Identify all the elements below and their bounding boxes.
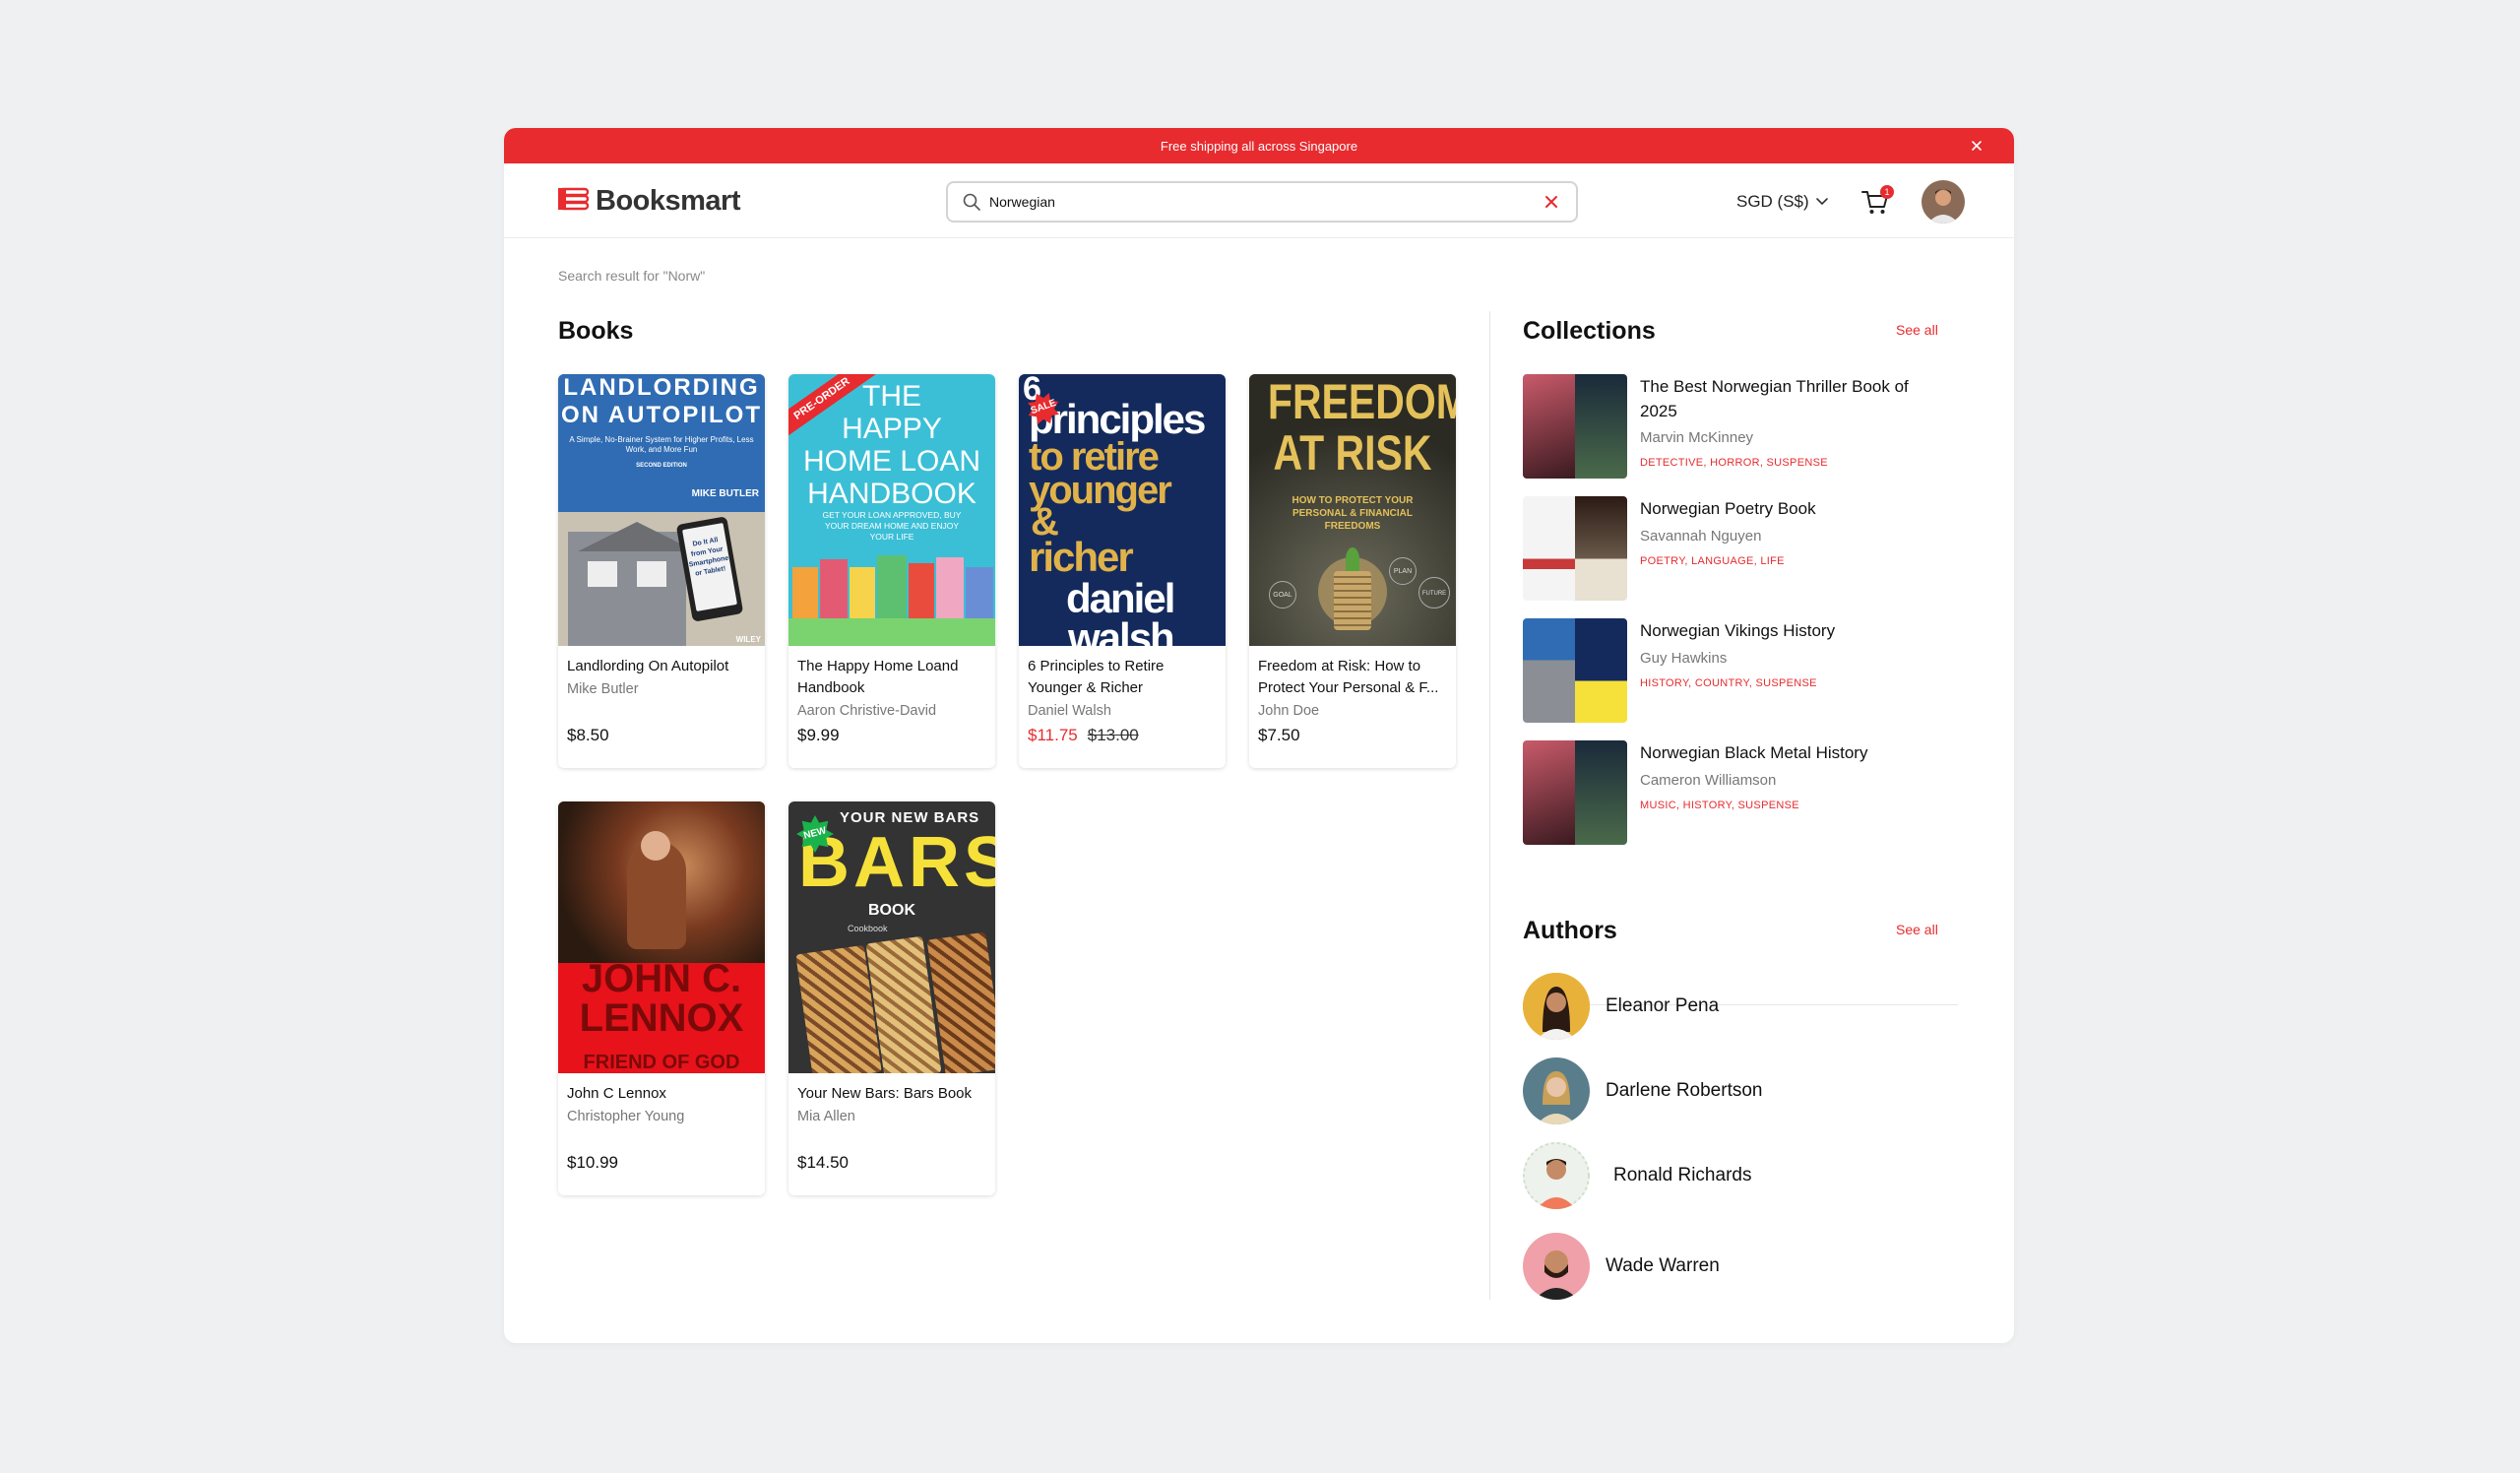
books-heading: Books	[558, 317, 634, 345]
book-title: 6 Principles to Retire Younger & Richer	[1028, 658, 1165, 696]
book-cover: FREEDOM AT RISK HOW TO PROTECT YOUR PERS…	[1249, 374, 1456, 646]
collections-see-all-link[interactable]: See all	[1896, 322, 1938, 338]
author-item[interactable]: Eleanor Pena	[1523, 973, 1719, 1040]
logo[interactable]: Booksmart	[558, 185, 741, 218]
collection-thumbnail	[1523, 374, 1627, 479]
book-author: Mia Allen	[797, 1109, 855, 1124]
search-input[interactable]	[989, 194, 1541, 210]
collection-item[interactable]: Norwegian Vikings History Guy Hawkins HI…	[1523, 618, 1956, 723]
column-divider	[1489, 311, 1490, 1300]
collection-thumbnail	[1523, 496, 1627, 601]
sale-price: $11.75	[1028, 726, 1078, 744]
collection-item[interactable]: Norwegian Black Metal History Cameron Wi…	[1523, 740, 1956, 845]
logo-icon	[558, 187, 590, 216]
book-card[interactable]: YOUR NEW BARS BARS BOOK Cookbook NEW You…	[788, 801, 995, 1195]
book-card[interactable]: FREEDOM AT RISK HOW TO PROTECT YOUR PERS…	[1249, 374, 1456, 768]
currency-label: SGD (S$)	[1736, 192, 1809, 211]
search-result-label: Search result for "Norw"	[558, 268, 706, 284]
promo-banner-text: Free shipping all across Singapore	[1160, 138, 1358, 154]
collection-tags: HISTORY, COUNTRY, SUSPENSE	[1640, 677, 1817, 689]
collection-thumbnail	[1523, 618, 1627, 723]
authors-heading: Authors	[1523, 917, 1617, 944]
collection-item[interactable]: Norwegian Poetry Book Savannah Nguyen PO…	[1523, 496, 1956, 601]
book-card[interactable]: THE HAPPY HOME LOAN HANDBOOK GET YOUR LO…	[788, 374, 995, 768]
book-price: $8.50	[567, 726, 609, 744]
book-cover: JOHN C. LENNOX FRIEND OF GOD	[558, 801, 765, 1073]
chevron-down-icon	[1815, 192, 1829, 212]
author-name: Darlene Robertson	[1606, 1080, 1763, 1101]
clear-icon[interactable]	[1541, 191, 1562, 213]
collection-author: Savannah Nguyen	[1640, 528, 1762, 544]
collection-author: Guy Hawkins	[1640, 650, 1728, 667]
author-avatar	[1523, 973, 1590, 1040]
book-title: Your New Bars: Bars Book	[797, 1085, 973, 1102]
search-icon	[962, 192, 981, 212]
book-author: Daniel Walsh	[1028, 703, 1111, 719]
book-card[interactable]: JOHN C. LENNOX FRIEND OF GOD John C Lenn…	[558, 801, 765, 1195]
author-avatar	[1523, 1142, 1590, 1209]
search-bar[interactable]	[946, 181, 1578, 223]
original-price: $13.00	[1087, 726, 1139, 744]
collection-title: Norwegian Vikings History	[1640, 621, 1836, 640]
collection-author: Cameron Williamson	[1640, 772, 1777, 789]
author-item[interactable]: Ronald Richards	[1523, 1142, 1751, 1209]
promo-banner: Free shipping all across Singapore	[504, 128, 2014, 163]
author-name: Eleanor Pena	[1606, 995, 1720, 1016]
book-author: John Doe	[1258, 703, 1320, 719]
book-cover: YOUR NEW BARS BARS BOOK Cookbook NEW	[788, 801, 995, 1073]
collection-tags: POETRY, LANGUAGE, LIFE	[1640, 555, 1785, 567]
author-avatar	[1523, 1057, 1590, 1124]
collection-tags: MUSIC, HISTORY, SUSPENSE	[1640, 800, 1799, 811]
author-avatar	[1523, 1233, 1590, 1300]
author-item[interactable]: Darlene Robertson	[1523, 1057, 1762, 1124]
site-header: Booksmart SGD (S$) 1	[504, 163, 2014, 238]
book-title: John C Lennox	[567, 1085, 666, 1102]
collection-tags: DETECTIVE, HORROR, SUSPENSE	[1640, 457, 1828, 469]
book-price: $14.50	[797, 1153, 849, 1172]
author-name: Wade Warren	[1606, 1255, 1720, 1276]
collection-author: Marvin McKinney	[1640, 429, 1754, 446]
book-price: $7.50	[1258, 726, 1300, 744]
collection-item[interactable]: The Best Norwegian Thriller Book of 2025…	[1523, 374, 1956, 479]
currency-selector[interactable]: SGD (S$)	[1736, 192, 1829, 212]
cover-title: FREEDOM AT RISK	[1267, 374, 1456, 480]
book-card[interactable]: LANDLORDING ON AUTOPILOT A Simple, No-Br…	[558, 374, 765, 768]
authors-see-all-link[interactable]: See all	[1896, 922, 1938, 937]
book-author: Aaron Christive-David	[797, 703, 937, 719]
cart-button[interactable]: 1	[1860, 185, 1894, 221]
author-item[interactable]: Wade Warren	[1523, 1233, 1720, 1300]
book-author: Mike Butler	[567, 681, 639, 697]
book-price: $11.75 $13.00	[1028, 726, 1139, 745]
cart-icon	[1860, 191, 1890, 221]
app-window: Free shipping all across Singapore Books…	[504, 128, 2014, 1343]
close-icon[interactable]	[1967, 136, 1986, 156]
author-name: Ronald Richards	[1613, 1165, 1752, 1185]
collection-title: Norwegian Poetry Book	[1640, 499, 1816, 518]
book-title: Freedom at Risk: How to Protect Your Per…	[1258, 658, 1439, 696]
collections-heading: Collections	[1523, 317, 1656, 345]
logo-text: Booksmart	[596, 185, 741, 217]
book-price: $10.99	[567, 1153, 618, 1172]
book-cover: THE HAPPY HOME LOAN HANDBOOK GET YOUR LO…	[788, 374, 995, 646]
book-title: The Happy Home Loand Handbook	[797, 658, 959, 696]
book-price: $9.99	[797, 726, 840, 744]
book-author: Christopher Young	[567, 1109, 685, 1124]
collection-title: The Best Norwegian Thriller Book of 2025	[1640, 377, 1909, 420]
book-cover: LANDLORDING ON AUTOPILOT A Simple, No-Br…	[558, 374, 765, 646]
book-title: Landlording On Autopilot	[567, 658, 729, 674]
collection-title: Norwegian Black Metal History	[1640, 743, 1868, 762]
cart-count-badge: 1	[1880, 185, 1894, 199]
cover-title: LANDLORDING ON AUTOPILOT	[561, 374, 762, 428]
cover-title: JOHN C. LENNOX	[579, 957, 744, 1040]
book-cover: 6 principles to retire younger & richer …	[1019, 374, 1226, 646]
user-avatar[interactable]	[1922, 180, 1965, 224]
book-card[interactable]: 6 principles to retire younger & richer …	[1019, 374, 1226, 768]
collection-thumbnail	[1523, 740, 1627, 845]
